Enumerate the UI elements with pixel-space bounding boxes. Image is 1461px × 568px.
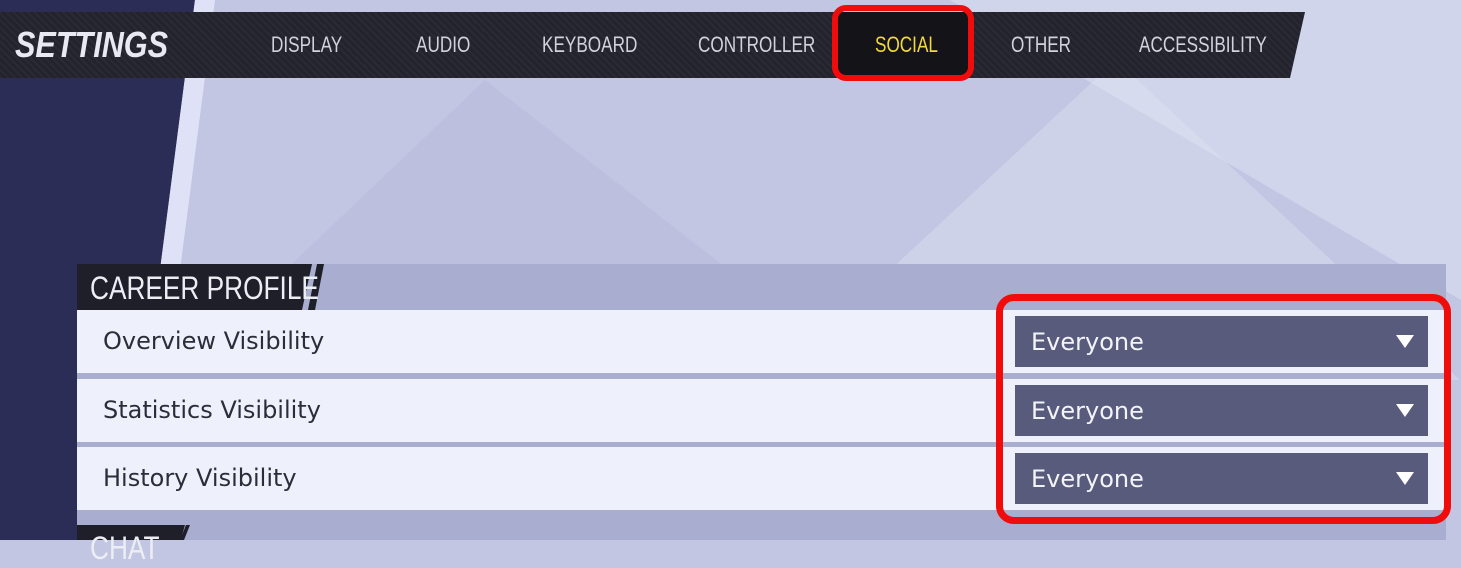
- tab-keyboard[interactable]: KEYBOARD: [542, 12, 637, 78]
- tab-controller[interactable]: CONTROLLER: [698, 12, 815, 78]
- page-title: SETTINGS: [15, 24, 169, 65]
- settings-top-bar: [0, 12, 1305, 78]
- dropdowns-highlight: [996, 294, 1451, 524]
- setting-label: Statistics Visibility: [103, 396, 321, 424]
- section-title-chat: CHAT: [90, 530, 160, 566]
- tab-accessibility[interactable]: ACCESSIBILITY: [1139, 12, 1267, 78]
- tab-other[interactable]: OTHER: [1011, 12, 1071, 78]
- setting-label: Overview Visibility: [103, 327, 325, 355]
- tab-audio[interactable]: AUDIO: [416, 12, 470, 78]
- social-tab-highlight: [832, 5, 974, 81]
- section-title-career-profile: CAREER PROFILE: [90, 270, 319, 306]
- tab-display[interactable]: DISPLAY: [271, 12, 342, 78]
- setting-label: History Visibility: [103, 464, 297, 492]
